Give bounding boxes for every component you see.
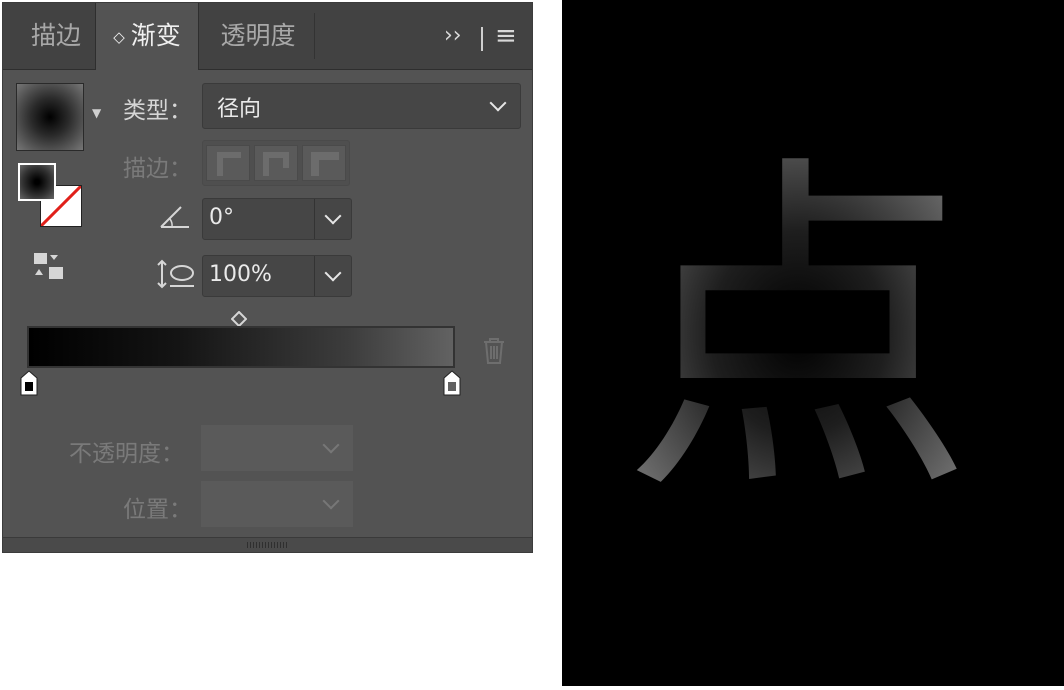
chevron-down-icon [322, 436, 340, 454]
tab-transparency[interactable]: 透明度 [203, 3, 313, 69]
angle-icon [160, 206, 189, 228]
tab-stroke[interactable]: 描边 [11, 3, 101, 69]
chevron-down-icon[interactable] [324, 207, 342, 225]
color-stop-left[interactable] [20, 370, 38, 396]
type-dropdown[interactable]: 径向 [202, 83, 521, 129]
chevron-down-icon [489, 94, 507, 112]
opacity-label: 不透明度： [69, 441, 184, 467]
fill-stroke-icon[interactable] [18, 163, 86, 231]
color-stop-right[interactable] [443, 370, 461, 396]
expand-icon[interactable]: ›› [444, 23, 462, 48]
gradient-panel: 描边 ◇ 渐变 透明度 ›› ≡ ▼ 类型： 径向 描边： 0° 100% 不透… [2, 2, 533, 553]
stroke-within-icon[interactable] [206, 145, 250, 181]
tab-gradient[interactable]: ◇ 渐变 [95, 3, 199, 70]
toolbar-divider [481, 27, 483, 51]
midpoint-diamond-icon[interactable] [231, 311, 247, 327]
updown-icon: ◇ [113, 28, 125, 46]
angle-field[interactable]: 0° [202, 198, 352, 240]
chevron-down-icon[interactable] [324, 264, 342, 282]
swatch-dropdown-icon[interactable]: ▼ [92, 106, 101, 120]
type-value: 径向 [217, 97, 262, 122]
aspect-ratio-value: 100% [209, 262, 272, 287]
stroke-across-icon[interactable] [302, 145, 346, 181]
type-label: 类型： [123, 98, 192, 124]
stroke-along-icon[interactable] [254, 145, 298, 181]
aspect-ratio-icon [157, 259, 194, 289]
tab-stroke-label: 描边 [30, 21, 81, 50]
gradient-slider[interactable] [27, 326, 455, 368]
field-divider [314, 256, 315, 296]
artboard-canvas[interactable]: 点 [562, 0, 1064, 686]
opacity-field[interactable] [201, 425, 353, 471]
tab-gradient-label: 渐变 [130, 21, 181, 50]
field-divider [314, 199, 315, 239]
location-label: 位置： [123, 497, 192, 523]
angle-value: 0° [209, 205, 234, 230]
glyph-character: 点 [622, 128, 974, 538]
chevron-down-icon [322, 492, 340, 510]
reverse-gradient-icon[interactable] [33, 251, 67, 281]
panel-tab-bar: 描边 ◇ 渐变 透明度 ›› ≡ [3, 3, 532, 70]
gradient-character-art[interactable]: 点 [562, 0, 1064, 686]
panel-menu-icon[interactable]: ≡ [495, 21, 517, 51]
trash-icon[interactable] [482, 337, 506, 365]
fill-swatch[interactable] [18, 163, 56, 201]
stroke-label: 描边： [123, 156, 192, 182]
tab-divider [314, 13, 315, 59]
location-field[interactable] [201, 481, 353, 527]
aspect-ratio-field[interactable]: 100% [202, 255, 352, 297]
panel-resize-handle[interactable] [3, 537, 532, 552]
grip-icon [247, 542, 289, 548]
tab-transparency-label: 透明度 [220, 21, 296, 50]
stroke-gradient-buttons [202, 140, 350, 186]
gradient-swatch[interactable] [16, 83, 84, 151]
